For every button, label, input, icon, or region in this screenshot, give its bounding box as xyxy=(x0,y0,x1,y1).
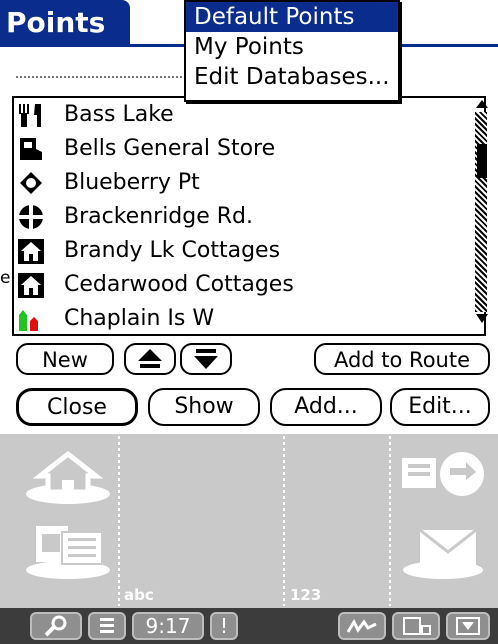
list-item-label: Brackenridge Rd. xyxy=(64,204,254,229)
clock[interactable]: 9:17 xyxy=(132,612,204,640)
graffiti-divider xyxy=(118,436,120,606)
graffiti-abc-label: abc xyxy=(124,586,154,604)
menu-icon xyxy=(100,618,114,633)
scrollbar-thumb[interactable] xyxy=(477,144,487,178)
input-area-toggle-button[interactable] xyxy=(446,612,490,640)
move-down-button[interactable] xyxy=(180,343,232,375)
list-item[interactable]: Brandy Lk Cottages xyxy=(14,234,474,268)
graffiti-num-label: 123 xyxy=(290,586,322,604)
menu-button[interactable] xyxy=(88,612,126,640)
scrollbar-track[interactable] xyxy=(475,112,487,312)
list-item-label: Blueberry Pt xyxy=(64,170,200,195)
list-item-label: Chaplain Is W xyxy=(64,306,215,331)
edit-button[interactable]: Edit... xyxy=(390,388,490,426)
points-list: Bass Lake Bells General Store Blueberry … xyxy=(12,96,486,336)
menu-item-edit-databases[interactable]: Edit Databases... xyxy=(186,62,398,92)
list-item[interactable]: Blueberry Pt xyxy=(14,166,474,200)
add-to-route-button[interactable]: Add to Route xyxy=(314,343,490,375)
list-item-label: Bass Lake xyxy=(64,102,174,127)
rotate-screen-button[interactable] xyxy=(392,612,440,640)
crossroads-icon xyxy=(19,205,43,229)
list-item[interactable]: Brackenridge Rd. xyxy=(14,200,474,234)
scroll-down-arrow[interactable] xyxy=(474,312,490,326)
input-area-icon xyxy=(456,617,480,635)
new-button[interactable]: New xyxy=(16,343,114,375)
buoy-icon xyxy=(19,310,38,331)
screen-rotate-icon xyxy=(403,617,431,635)
applications-icon[interactable] xyxy=(22,516,114,582)
app-title[interactable]: Points xyxy=(0,0,130,46)
alert-button[interactable]: ! xyxy=(210,612,238,640)
menu-item-default-points[interactable]: Default Points xyxy=(186,2,398,32)
dotted-divider xyxy=(16,76,186,78)
list-item[interactable]: Cedarwood Cottages xyxy=(14,268,474,302)
list-item-label: Cedarwood Cottages xyxy=(64,272,294,297)
list-item-label: Bells General Store xyxy=(64,136,276,161)
move-up-button[interactable] xyxy=(124,343,176,375)
arrow-up-icon xyxy=(138,349,162,368)
home-icon[interactable] xyxy=(22,448,114,508)
arrow-down-icon xyxy=(194,349,218,369)
find-button[interactable] xyxy=(30,612,82,640)
cottage-icon xyxy=(18,239,44,264)
hotsync-icon[interactable] xyxy=(396,448,490,508)
scroll-up-arrow[interactable] xyxy=(474,98,490,110)
list-item[interactable]: Bass Lake xyxy=(14,98,474,132)
menu-item-my-points[interactable]: My Points xyxy=(186,32,398,62)
mail-icon[interactable] xyxy=(396,516,490,582)
graffiti-icon xyxy=(346,618,377,633)
graffiti-toggle-button[interactable] xyxy=(338,612,386,640)
list-item[interactable]: Chaplain Is W xyxy=(14,302,474,336)
list-item-label: Brandy Lk Cottages xyxy=(64,238,281,263)
restaurant-icon xyxy=(19,104,41,127)
graffiti-divider xyxy=(283,436,285,606)
cottage-icon xyxy=(18,273,44,298)
search-icon xyxy=(44,615,67,637)
show-button[interactable]: Show xyxy=(148,388,260,426)
close-button[interactable]: Close xyxy=(16,388,138,426)
database-menu: Default Points My Points Edit Databases.… xyxy=(184,0,400,102)
clipped-label: e xyxy=(0,268,11,288)
waypoint-icon xyxy=(20,172,42,194)
store-icon xyxy=(20,138,42,160)
add-button[interactable]: Add... xyxy=(270,388,382,426)
graffiti-divider xyxy=(389,436,391,606)
list-item[interactable]: Bells General Store xyxy=(14,132,474,166)
